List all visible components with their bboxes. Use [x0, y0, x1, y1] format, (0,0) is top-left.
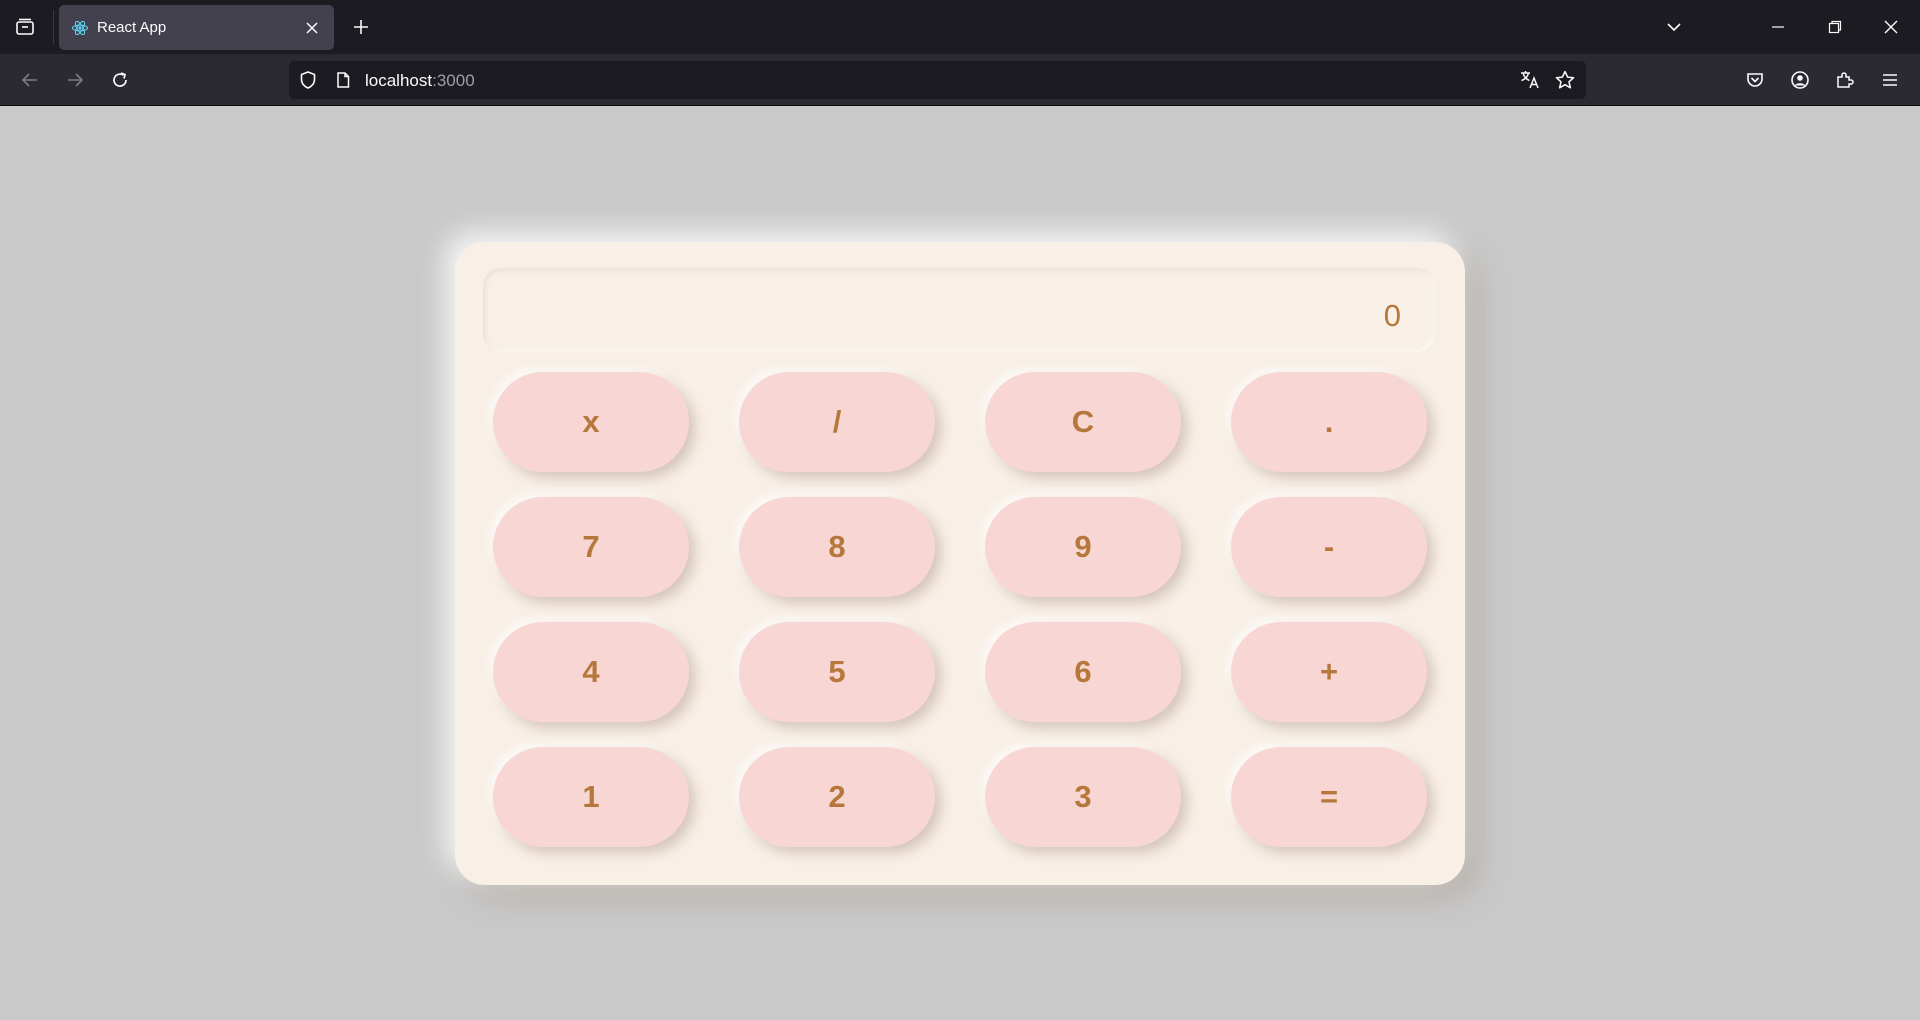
reload-icon	[113, 72, 127, 87]
pocket-icon	[1747, 73, 1763, 87]
url-bar[interactable]: localhost:3000	[289, 61, 1586, 99]
restore-icon	[1828, 20, 1842, 34]
key-4[interactable]: 4	[493, 622, 689, 722]
browser-nav-bar: localhost:3000	[0, 54, 1920, 106]
calculator: 0 x / C . 7 8 9 - 4 5 6 + 1 2 3 =	[455, 242, 1465, 885]
url-port: :3000	[432, 71, 475, 90]
shield-icon[interactable]	[295, 67, 321, 93]
react-logo-icon	[71, 19, 89, 37]
plus-icon	[354, 20, 368, 34]
key-5[interactable]: 5	[739, 622, 935, 722]
back-button[interactable]	[13, 63, 47, 97]
tabs-list-icon	[16, 18, 34, 35]
key-multiply[interactable]: x	[493, 372, 689, 472]
page-icon[interactable]	[330, 67, 356, 93]
calculator-display: 0	[483, 268, 1435, 352]
url-text[interactable]: localhost:3000	[365, 71, 475, 91]
tab-close-button[interactable]	[298, 14, 326, 42]
account-button[interactable]	[1783, 63, 1817, 97]
translate-icon[interactable]	[1517, 67, 1543, 93]
close-icon	[306, 21, 318, 34]
minimize-button[interactable]	[1761, 10, 1795, 44]
reload-button[interactable]	[103, 63, 137, 97]
tab-overflow-button[interactable]	[1657, 10, 1691, 44]
puzzle-icon	[1837, 72, 1854, 88]
chevron-down-icon	[1667, 23, 1681, 32]
key-equals[interactable]: =	[1231, 747, 1427, 847]
url-host: localhost	[365, 71, 433, 90]
restore-button[interactable]	[1818, 10, 1852, 44]
close-icon	[1884, 20, 1898, 34]
key-subtract[interactable]: -	[1231, 497, 1427, 597]
key-1[interactable]: 1	[493, 747, 689, 847]
key-2[interactable]: 2	[739, 747, 935, 847]
tab-separator	[53, 10, 54, 44]
key-8[interactable]: 8	[739, 497, 935, 597]
forward-button[interactable]	[58, 63, 92, 97]
pocket-button[interactable]	[1738, 63, 1772, 97]
tab-title: React App	[97, 19, 167, 36]
hamburger-menu-icon	[1883, 74, 1897, 86]
window-close-button[interactable]	[1874, 10, 1908, 44]
browser-tab-bar: React App	[0, 0, 1920, 54]
key-clear[interactable]: C	[985, 372, 1181, 472]
extensions-button[interactable]	[1828, 63, 1862, 97]
key-9[interactable]: 9	[985, 497, 1181, 597]
arrow-right-icon	[68, 73, 84, 87]
arrow-left-icon	[21, 73, 37, 87]
key-add[interactable]: +	[1231, 622, 1427, 722]
key-6[interactable]: 6	[985, 622, 1181, 722]
active-tab[interactable]: React App	[59, 5, 334, 50]
key-7[interactable]: 7	[493, 497, 689, 597]
key-divide[interactable]: /	[739, 372, 935, 472]
new-tab-button[interactable]	[346, 12, 376, 42]
account-icon	[1791, 71, 1809, 89]
bookmark-star-icon[interactable]	[1552, 67, 1578, 93]
menu-button[interactable]	[1873, 63, 1907, 97]
display-value: 0	[1383, 298, 1401, 333]
tab-list-button[interactable]	[8, 10, 42, 44]
key-decimal[interactable]: .	[1231, 372, 1427, 472]
key-3[interactable]: 3	[985, 747, 1181, 847]
minimize-icon	[1772, 26, 1784, 28]
